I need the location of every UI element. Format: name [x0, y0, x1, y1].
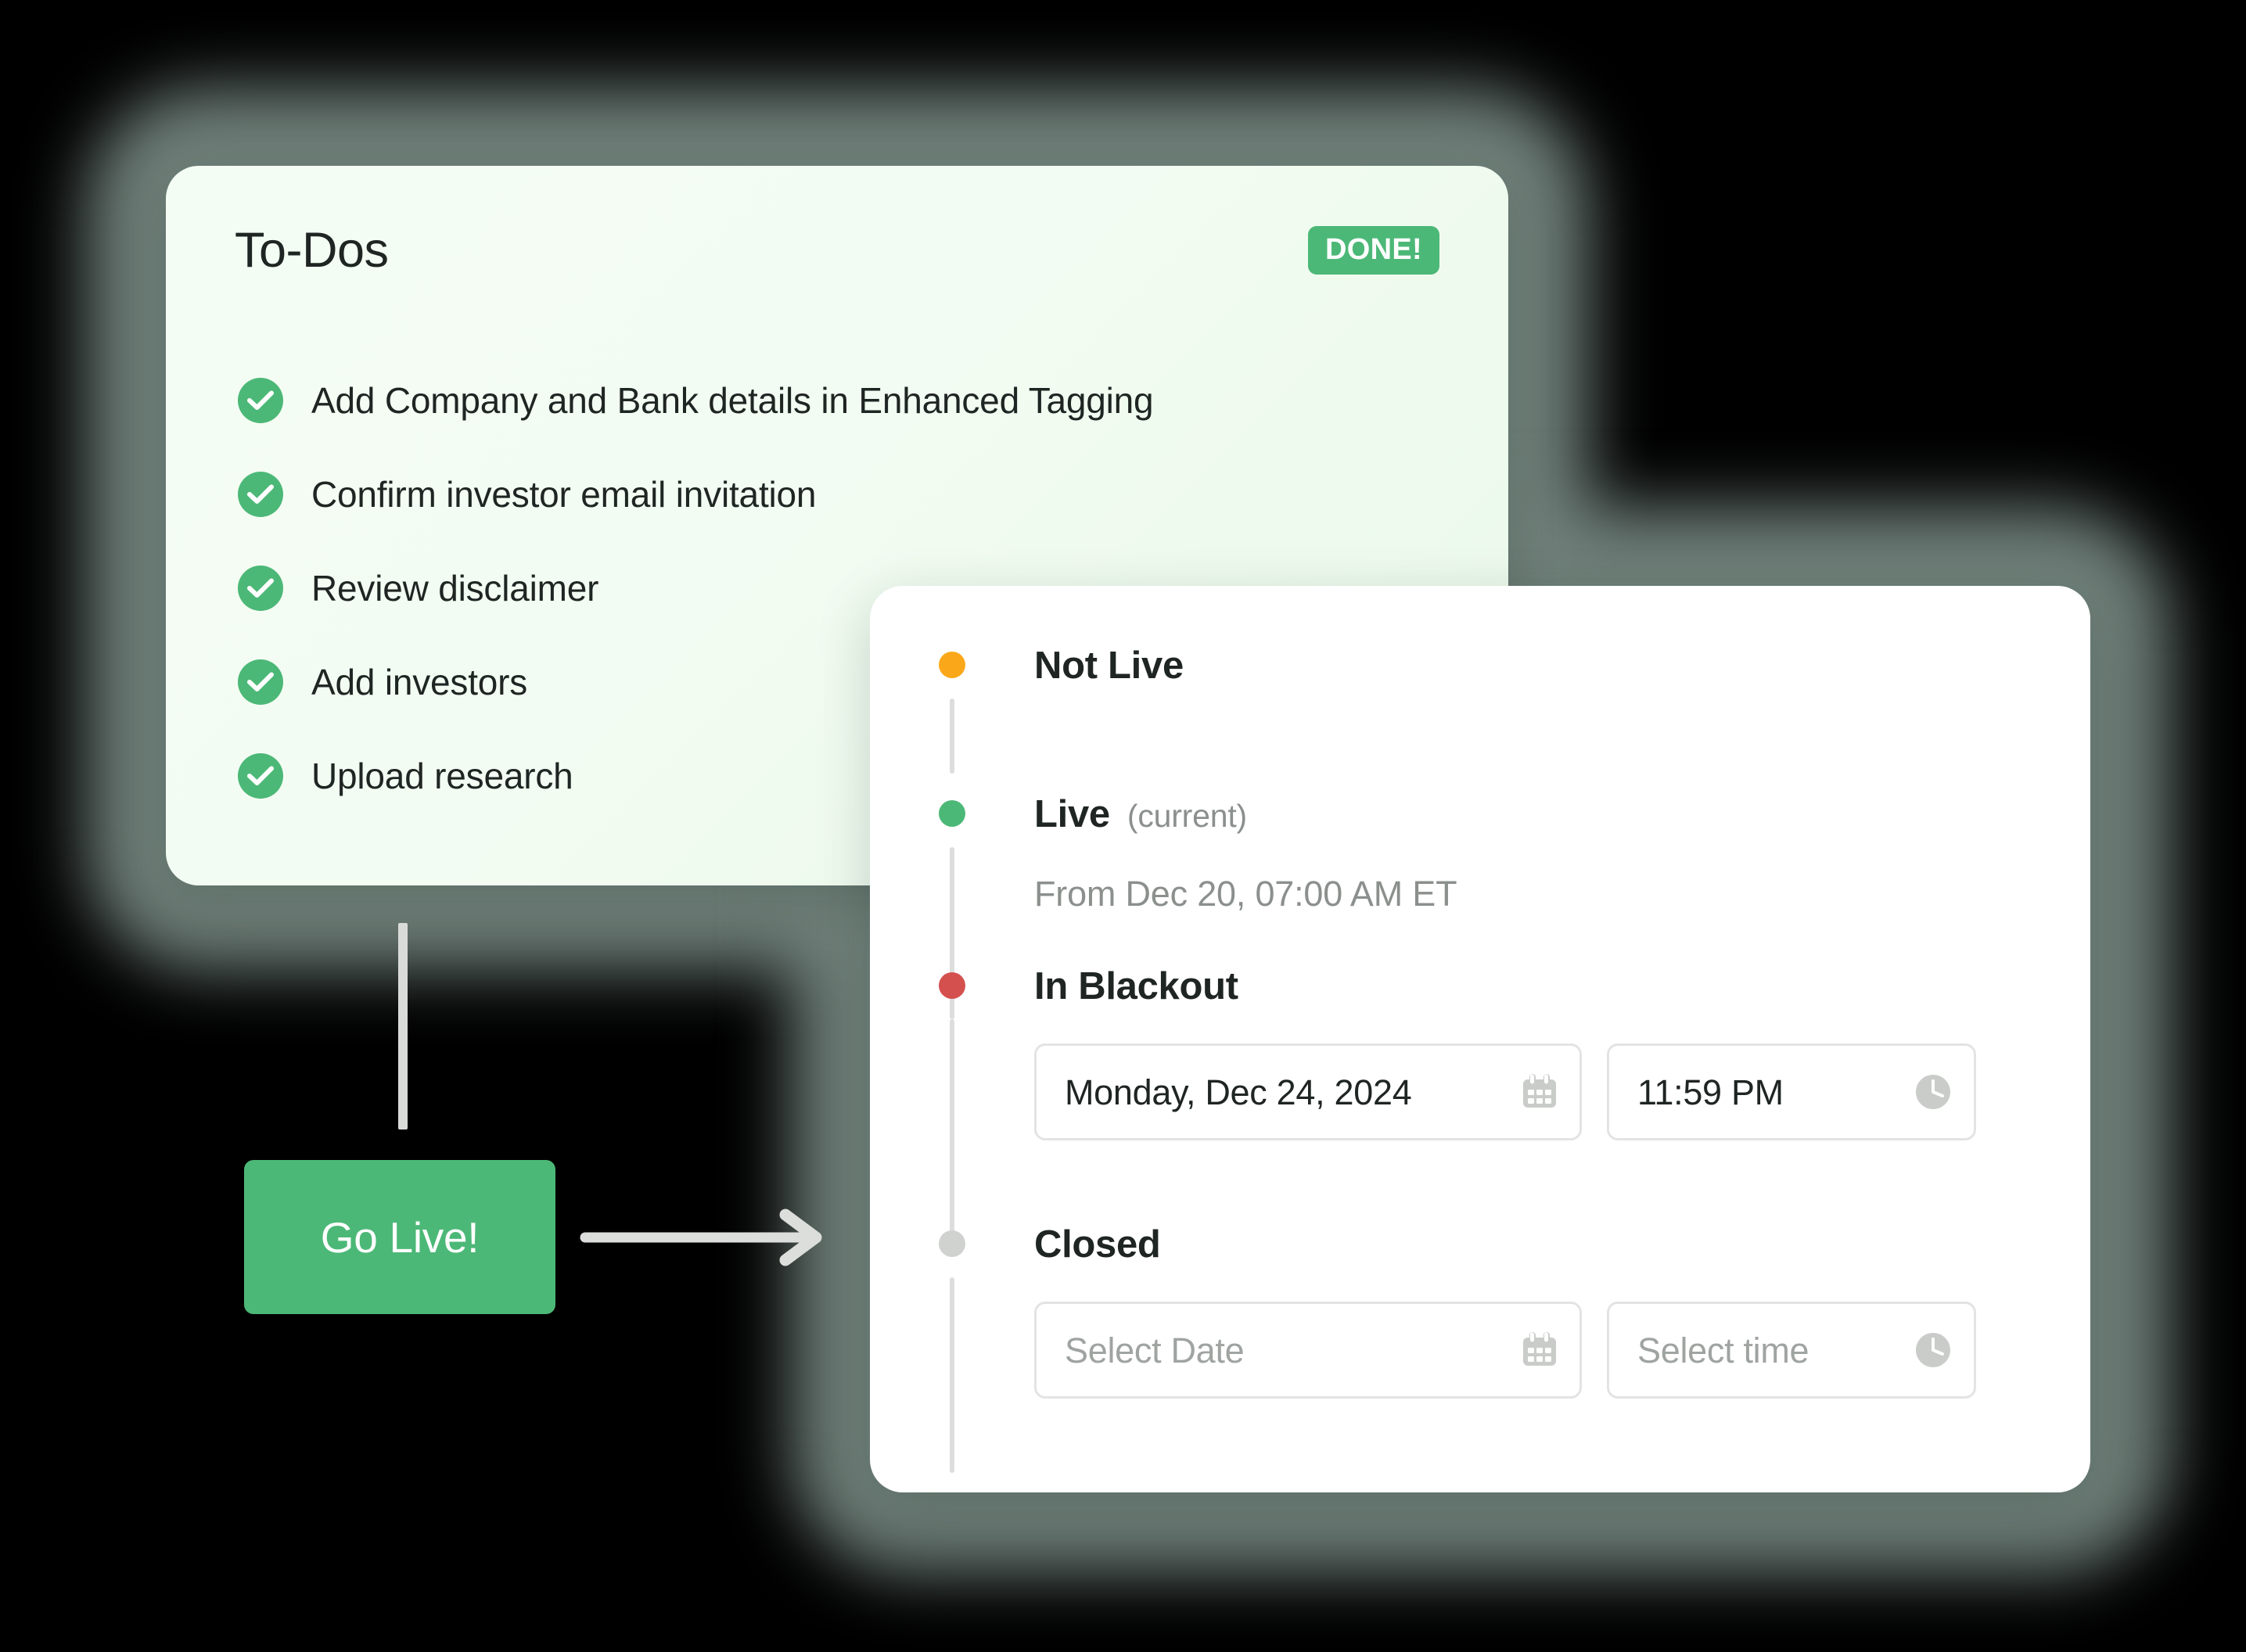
todo-list-item[interactable]: Add Company and Bank details in Enhanced…	[238, 354, 1461, 447]
check-circle-icon	[238, 378, 283, 423]
timeline-step-detail: From Dec 20, 07:00 AM ET	[1034, 874, 1457, 914]
closed-time-field[interactable]: Select time	[1607, 1302, 1976, 1399]
timeline-step-heading: Not Live	[1034, 647, 2036, 685]
timeline-step-current-note: (current)	[1127, 798, 1247, 834]
timeline-step-not-live[interactable]: Not Live	[939, 647, 2036, 795]
clock-icon[interactable]	[1914, 1073, 1952, 1111]
timeline-step-label: Not Live	[1034, 645, 1184, 687]
blackout-date-value: Monday, Dec 24, 2024	[1065, 1072, 1412, 1112]
closed-date-field[interactable]: Select Date	[1034, 1302, 1582, 1399]
check-circle-icon	[238, 753, 283, 799]
vertical-connector-line	[398, 923, 408, 1129]
timeline-step-label: In Blackout	[1034, 965, 1238, 1007]
closed-date-placeholder: Select Date	[1065, 1330, 1245, 1370]
todo-card-header: To-Dos DONE!	[235, 214, 1439, 286]
todo-list-item[interactable]: Confirm investor email invitation	[238, 447, 1461, 541]
todo-item-label: Add investors	[311, 662, 528, 702]
todo-item-label: Confirm investor email invitation	[311, 474, 817, 515]
blackout-time-value: 11:59 PM	[1637, 1072, 1784, 1112]
timeline-step-live[interactable]: Live (current) From Dec 20, 07:00 AM ET	[939, 795, 2036, 1019]
check-circle-icon	[238, 472, 283, 517]
status-dot-in-blackout	[939, 972, 965, 999]
timeline-step-heading: Live (current)	[1034, 795, 2036, 834]
timeline-rail	[950, 1019, 954, 1254]
status-timeline: Not Live Live (current) From Dec 20, 07:…	[939, 647, 2036, 1473]
calendar-icon[interactable]	[1522, 1073, 1558, 1111]
todo-item-label: Upload research	[311, 756, 573, 796]
timeline-rail	[950, 699, 954, 774]
timeline-step-heading: Closed	[1034, 1226, 2036, 1264]
clock-icon[interactable]	[1914, 1331, 1952, 1369]
status-timeline-card: Not Live Live (current) From Dec 20, 07:…	[870, 586, 2090, 1492]
timeline-rail	[950, 1277, 954, 1473]
blackout-time-field[interactable]: 11:59 PM	[1607, 1043, 1976, 1140]
status-dot-not-live	[939, 652, 965, 678]
timeline-step-closed[interactable]: Closed Select Date Select time	[939, 1226, 2036, 1473]
blackout-datetime-row: Monday, Dec 24, 2024 11:59 PM	[1034, 1043, 2036, 1140]
calendar-icon[interactable]	[1522, 1331, 1558, 1369]
timeline-step-label: Live	[1034, 793, 1110, 835]
check-circle-icon	[238, 566, 283, 611]
arrow-right-icon	[580, 1208, 822, 1266]
status-dot-live	[939, 800, 965, 827]
status-dot-closed	[939, 1230, 965, 1257]
go-live-button[interactable]: Go Live!	[244, 1160, 555, 1314]
todo-item-label: Review disclaimer	[311, 568, 599, 609]
closed-time-placeholder: Select time	[1637, 1330, 1809, 1370]
check-circle-icon	[238, 659, 283, 705]
blackout-date-field[interactable]: Monday, Dec 24, 2024	[1034, 1043, 1582, 1140]
status-badge-done: DONE!	[1308, 226, 1439, 275]
timeline-step-in-blackout[interactable]: In Blackout Monday, Dec 24, 2024 11:59 P…	[939, 968, 2036, 1254]
screenshot-canvas: To-Dos DONE! Add Company and Bank detail…	[0, 0, 2246, 1652]
timeline-step-heading: In Blackout	[1034, 968, 2036, 1006]
todo-item-label: Add Company and Bank details in Enhanced…	[311, 380, 1154, 421]
page-title: To-Dos	[235, 222, 389, 278]
timeline-step-label: Closed	[1034, 1223, 1161, 1266]
closed-datetime-row: Select Date Select time	[1034, 1302, 2036, 1399]
